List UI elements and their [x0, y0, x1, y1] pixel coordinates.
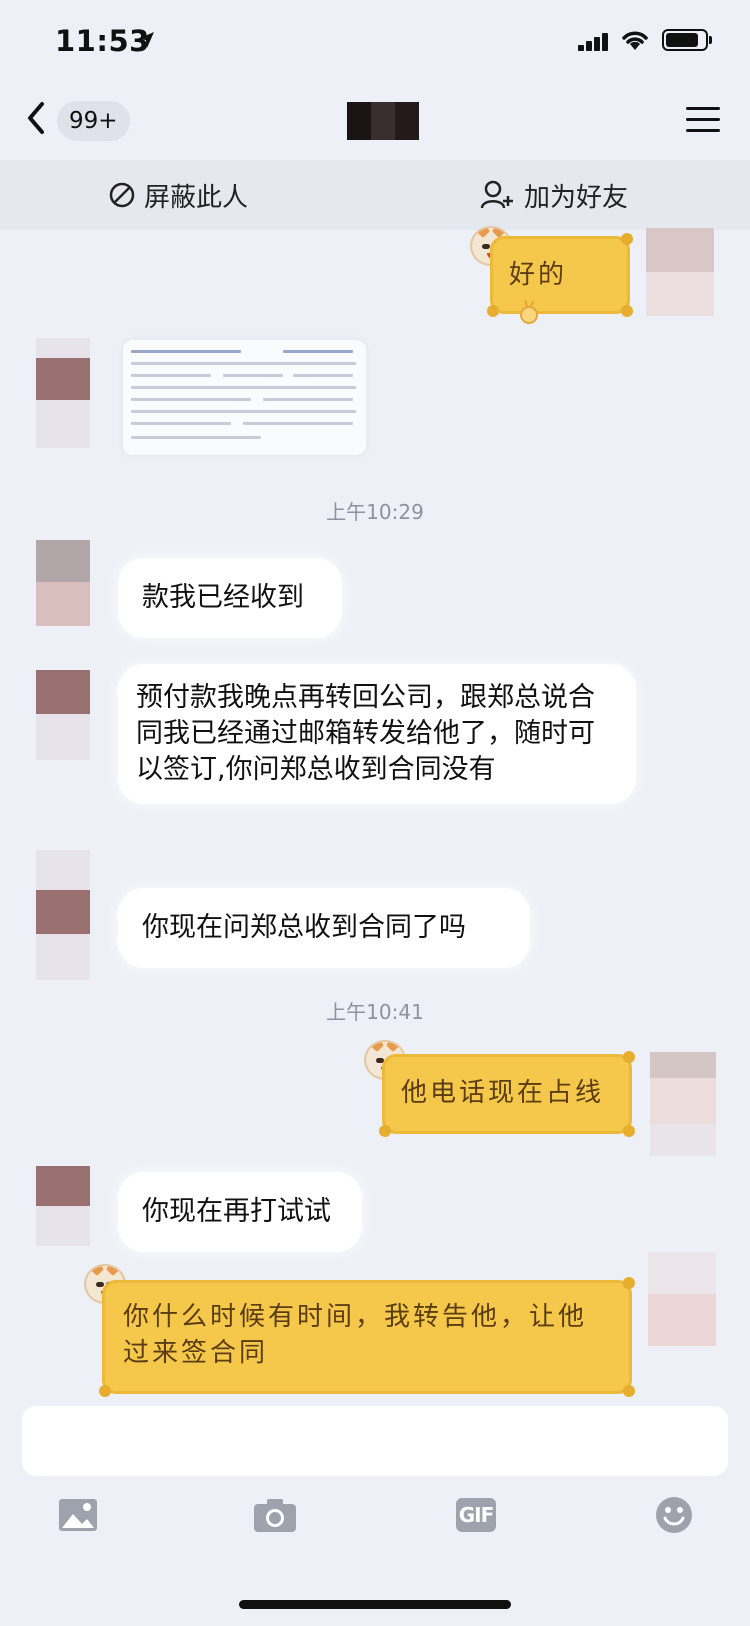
message-text: 预付款我晚点再转回公司，跟郑总说合同我已经通过邮箱转发给他了，随时可以签订,你问… [136, 682, 595, 785]
message-input[interactable] [22, 1406, 728, 1476]
avatar-contact[interactable] [36, 670, 90, 760]
hamburger-menu-icon[interactable] [686, 105, 720, 135]
unread-badge[interactable]: 99+ [57, 101, 130, 141]
chat-screen: 11:53 99+ 屏蔽此人 加为好友 好的 上午10:29 款我已经收到 预付… [0, 0, 750, 1626]
home-indicator [239, 1600, 511, 1609]
block-user-button[interactable]: 屏蔽此人 [108, 175, 248, 215]
status-bar: 11:53 [0, 0, 750, 84]
battery-icon [662, 29, 712, 51]
emoji-button[interactable] [654, 1490, 694, 1540]
emoji-smile-icon [656, 1497, 692, 1533]
gif-label: GIF [456, 1498, 496, 1532]
gif-button[interactable]: GIF [454, 1490, 498, 1540]
image-icon [59, 1499, 97, 1531]
message-bubble-incoming[interactable]: 你现在再打试试 [118, 1172, 362, 1252]
avatar-contact[interactable] [36, 540, 90, 626]
message-text: 你现在再打试试 [142, 1196, 331, 1227]
timestamp: 上午10:29 [326, 500, 424, 524]
block-user-label: 屏蔽此人 [144, 182, 249, 213]
contact-action-bar: 屏蔽此人 加为好友 [0, 160, 750, 230]
message-text: 他电话现在占线 [401, 1078, 605, 1108]
message-text: 你什么时候有时间，我转告他，让他过来签合同 [123, 1302, 588, 1368]
message-text: 好的 [509, 260, 568, 290]
chevron-left-icon[interactable] [22, 98, 52, 138]
add-friend-icon [480, 180, 513, 209]
avatar-self[interactable] [646, 228, 714, 316]
message-bubble-outgoing[interactable]: 他电话现在占线 [379, 1051, 635, 1137]
avatar-contact[interactable] [36, 338, 90, 448]
message-text: 款我已经收到 [142, 582, 304, 613]
message-bubble-incoming[interactable]: 款我已经收到 [118, 558, 342, 638]
location-arrow-icon [138, 32, 154, 48]
block-icon [109, 182, 135, 208]
avatar-contact[interactable] [36, 1166, 90, 1246]
message-bubble-outgoing[interactable]: 你什么时候有时间，我转告他，让他过来签合同 [99, 1277, 635, 1397]
message-bubble-outgoing[interactable]: 好的 [487, 233, 633, 324]
avatar-contact[interactable] [36, 850, 90, 980]
message-bubble-incoming[interactable]: 你现在问郑总收到合同了吗 [118, 888, 530, 968]
message-text: 你现在问郑总收到合同了吗 [142, 912, 466, 943]
avatar-self[interactable] [650, 1052, 716, 1156]
image-message[interactable] [123, 340, 366, 455]
photo-button[interactable] [56, 1490, 100, 1540]
nav-bar: 99+ [0, 84, 750, 154]
avatar-self[interactable] [648, 1252, 716, 1346]
wifi-icon [622, 31, 648, 50]
message-bubble-incoming[interactable]: 预付款我晚点再转回公司，跟郑总说合同我已经通过邮箱转发给他了，随时可以签订,你问… [118, 664, 636, 804]
timestamp: 上午10:41 [326, 1000, 424, 1024]
input-toolbar: GIF [0, 1490, 750, 1550]
ok-hand-emoji-icon [520, 299, 538, 324]
camera-button[interactable] [252, 1490, 298, 1540]
add-friend-label: 加为好友 [524, 182, 629, 213]
camera-icon [254, 1499, 296, 1532]
cellular-signal-icon [578, 33, 610, 51]
add-friend-button[interactable]: 加为好友 [480, 175, 628, 215]
battery-level [666, 33, 698, 47]
redacted-contact-name [347, 102, 419, 140]
